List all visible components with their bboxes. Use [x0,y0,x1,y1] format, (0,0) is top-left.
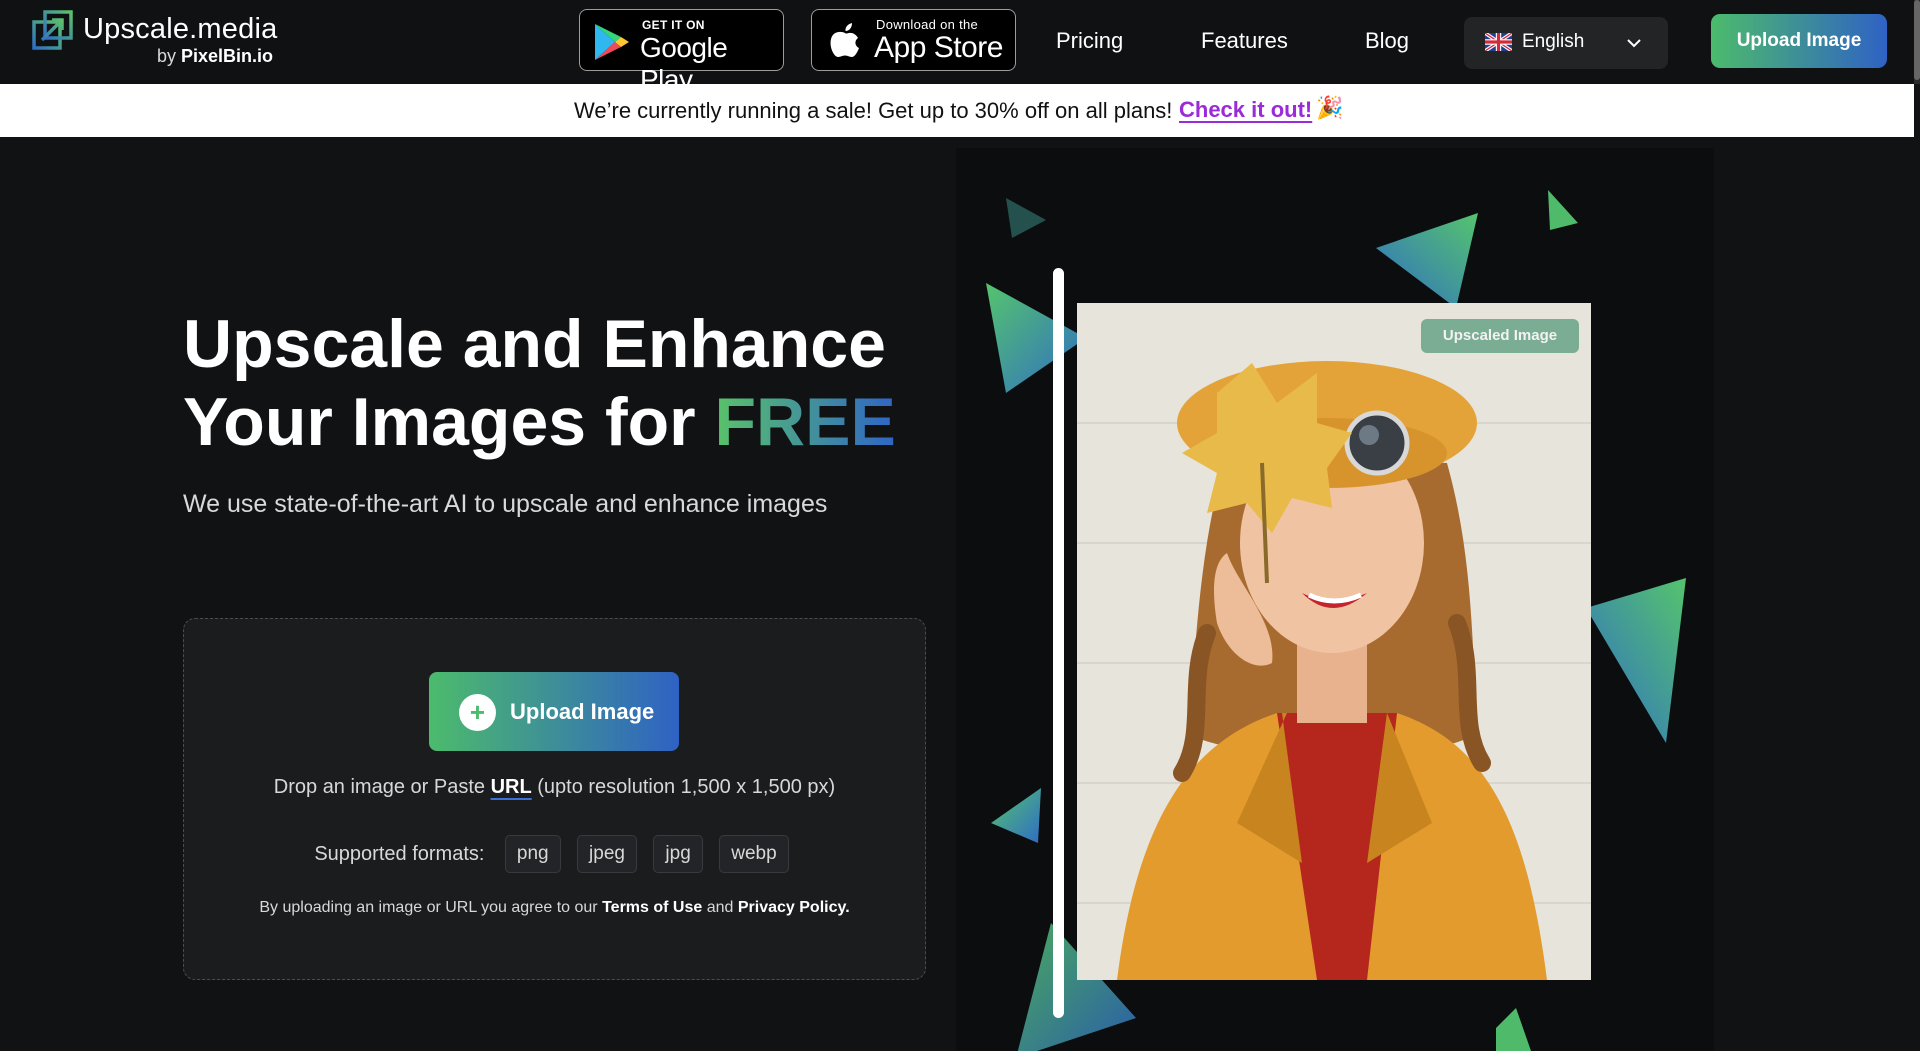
header-upload-button[interactable]: Upload Image [1711,14,1887,68]
triangle-shape [986,283,1086,393]
upload-image-label: Upload Image [510,699,655,724]
site-logo[interactable]: Upscale.media by PixelBin.io [32,10,292,70]
hero-title-line2: Your Images for [183,384,715,460]
triangle-shape [1548,190,1578,230]
uk-flag-icon [1485,33,1512,51]
party-popper-icon: 🎉 [1316,95,1344,120]
google-play-button[interactable]: GET IT ON Google Play [579,9,784,95]
scrollbar-thumb[interactable] [1914,0,1920,80]
top-navbar: Upscale.media by PixelBin.io GET IT ON G… [0,0,1920,95]
google-play-small-text: GET IT ON [642,18,705,32]
terms-notice: By uploading an image or URL you agree t… [184,899,925,917]
nav-pricing[interactable]: Pricing [1056,28,1123,54]
apple-icon [830,23,859,57]
triangle-shape [991,788,1041,843]
upload-dropzone[interactable]: + Upload Image Drop an image or Paste UR… [183,618,926,980]
terms-of-use-link[interactable]: Terms of Use [602,899,702,916]
logo-brand: PixelBin.io [181,46,274,66]
drop-prefix: Drop an image or Paste [273,776,491,798]
paste-url-link[interactable]: URL [491,776,532,798]
hero-title: Upscale and Enhance Your Images for FREE [183,305,943,461]
drop-instructions: Drop an image or Paste URL (upto resolut… [184,776,925,799]
triangle-shape [1496,1008,1531,1051]
format-chip-webp: webp [719,835,789,873]
triangle-shape [1586,578,1686,743]
drop-suffix: (upto resolution 1,500 x 1,500 px) [531,776,836,798]
format-chip-png: png [504,835,561,873]
comparison-slider-handle[interactable] [1053,268,1064,1018]
chevron-down-icon [1627,39,1641,48]
supported-formats: Supported formats: png jpeg jpg webp [184,835,925,873]
upload-image-button[interactable]: + Upload Image [429,672,679,751]
privacy-policy-link[interactable]: Privacy Policy. [738,899,850,916]
before-after-preview: Upscaled Image [956,148,1714,1051]
sample-photo: Upscaled Image [1077,303,1591,980]
hero-title-highlight: FREE [714,384,896,460]
sale-banner-text: We’re currently running a sale! Get up t… [574,98,1173,123]
app-store-small-text: Download on the [876,17,979,32]
woman-with-leaf-illustration [1077,303,1591,980]
app-store-big-text: App Store [874,31,1003,64]
triangle-shape [1376,213,1478,308]
hero-subtitle: We use state-of-the-art AI to upscale an… [183,490,828,518]
app-store-button[interactable]: Download on the App Store [811,9,1016,71]
format-chip-jpg: jpg [653,835,703,873]
nav-features[interactable]: Features [1201,28,1288,54]
language-label: English [1522,31,1585,52]
formats-label: Supported formats: [314,842,485,865]
nav-blog[interactable]: Blog [1365,28,1409,54]
page-scrollbar[interactable] [1914,0,1920,84]
upscale-logo-icon [32,10,73,50]
upscaled-image-badge: Upscaled Image [1421,319,1579,353]
plus-icon: + [459,694,496,731]
format-chip-jpeg: jpeg [577,835,637,873]
terms-prefix: By uploading an image or URL you agree t… [259,899,603,916]
triangle-shape [1006,198,1046,238]
terms-and: and [702,899,738,916]
sale-banner-link[interactable]: Check it out! [1179,97,1312,123]
language-selector[interactable]: English [1464,17,1668,69]
google-play-icon [595,24,629,60]
logo-by-text: by [157,46,177,66]
hero-title-line1: Upscale and Enhance [183,306,886,382]
logo-byline: by PixelBin.io [157,46,273,67]
logo-name: Upscale.media [83,13,278,45]
sale-banner: We’re currently running a sale! Get up t… [0,84,1914,137]
